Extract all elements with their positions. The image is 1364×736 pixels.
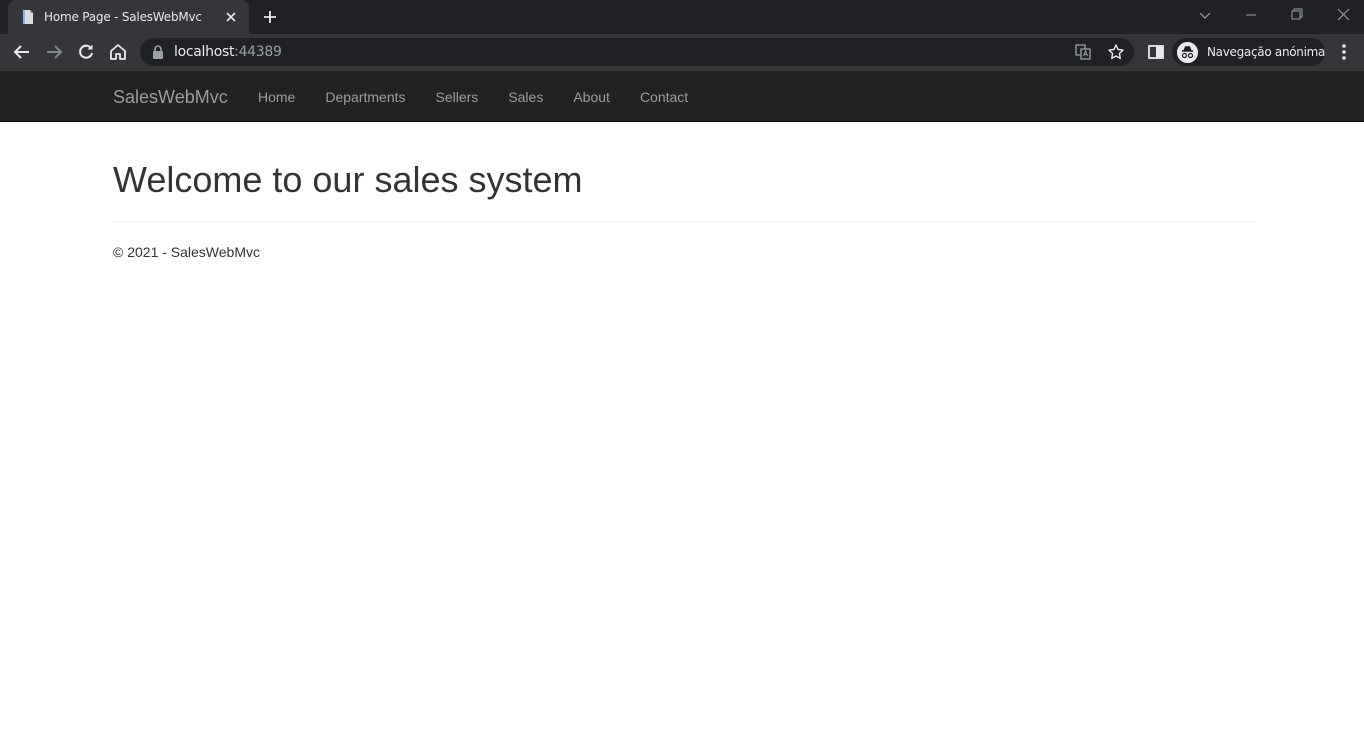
close-icon[interactable]: [223, 9, 239, 25]
restore-icon[interactable]: [1286, 5, 1308, 25]
translate-icon[interactable]: [1074, 43, 1092, 61]
url-port: :44389: [234, 44, 282, 60]
bookmark-star-icon[interactable]: [1107, 43, 1125, 61]
incognito-profile-button[interactable]: Navegação anónima: [1172, 38, 1325, 66]
reload-icon[interactable]: [76, 42, 96, 62]
incognito-icon: [1177, 42, 1198, 63]
address-bar[interactable]: localhost:44389: [140, 38, 1134, 66]
close-window-icon[interactable]: [1332, 5, 1354, 25]
browser-tab-strip: Home Page - SalesWebMvc: [0, 0, 1364, 34]
tab-title: Home Page - SalesWebMvc: [44, 10, 202, 24]
tab-search-chevron-icon[interactable]: [1194, 5, 1216, 25]
nav-link-departments[interactable]: Departments: [310, 88, 420, 106]
site-navbar: SalesWebMvc Home Departments Sellers Sal…: [0, 70, 1364, 122]
incognito-label: Navegação anónima: [1207, 45, 1326, 59]
footer-divider: [113, 221, 1253, 222]
document-icon: [23, 10, 33, 24]
home-icon[interactable]: [108, 42, 128, 62]
nav-link-contact[interactable]: Contact: [625, 88, 703, 106]
forward-arrow-icon[interactable]: [44, 42, 64, 62]
lock-icon[interactable]: [152, 45, 164, 59]
more-vert-icon[interactable]: [1336, 42, 1352, 62]
browser-toolbar: localhost:44389 Navegação anónima: [0, 34, 1364, 70]
nav-link-home[interactable]: Home: [243, 88, 310, 106]
footer-copyright: © 2021 - SalesWebMvc: [113, 244, 261, 260]
url-text[interactable]: localhost:44389: [174, 44, 282, 60]
nav-link-sales[interactable]: Sales: [493, 88, 558, 106]
nav-link-about[interactable]: About: [558, 88, 625, 106]
brand-link[interactable]: SalesWebMvc: [113, 87, 228, 108]
nav-links: Home Departments Sellers Sales About Con…: [243, 88, 703, 106]
url-host: localhost: [174, 44, 235, 60]
page-title: Welcome to our sales system: [113, 159, 583, 200]
side-panel-icon[interactable]: [1146, 42, 1166, 62]
nav-link-sellers[interactable]: Sellers: [421, 88, 494, 106]
browser-tab-home-page[interactable]: Home Page - SalesWebMvc: [8, 0, 249, 34]
new-tab-plus-icon[interactable]: [261, 8, 279, 26]
minimize-icon[interactable]: [1240, 5, 1262, 25]
back-arrow-icon[interactable]: [12, 42, 32, 62]
